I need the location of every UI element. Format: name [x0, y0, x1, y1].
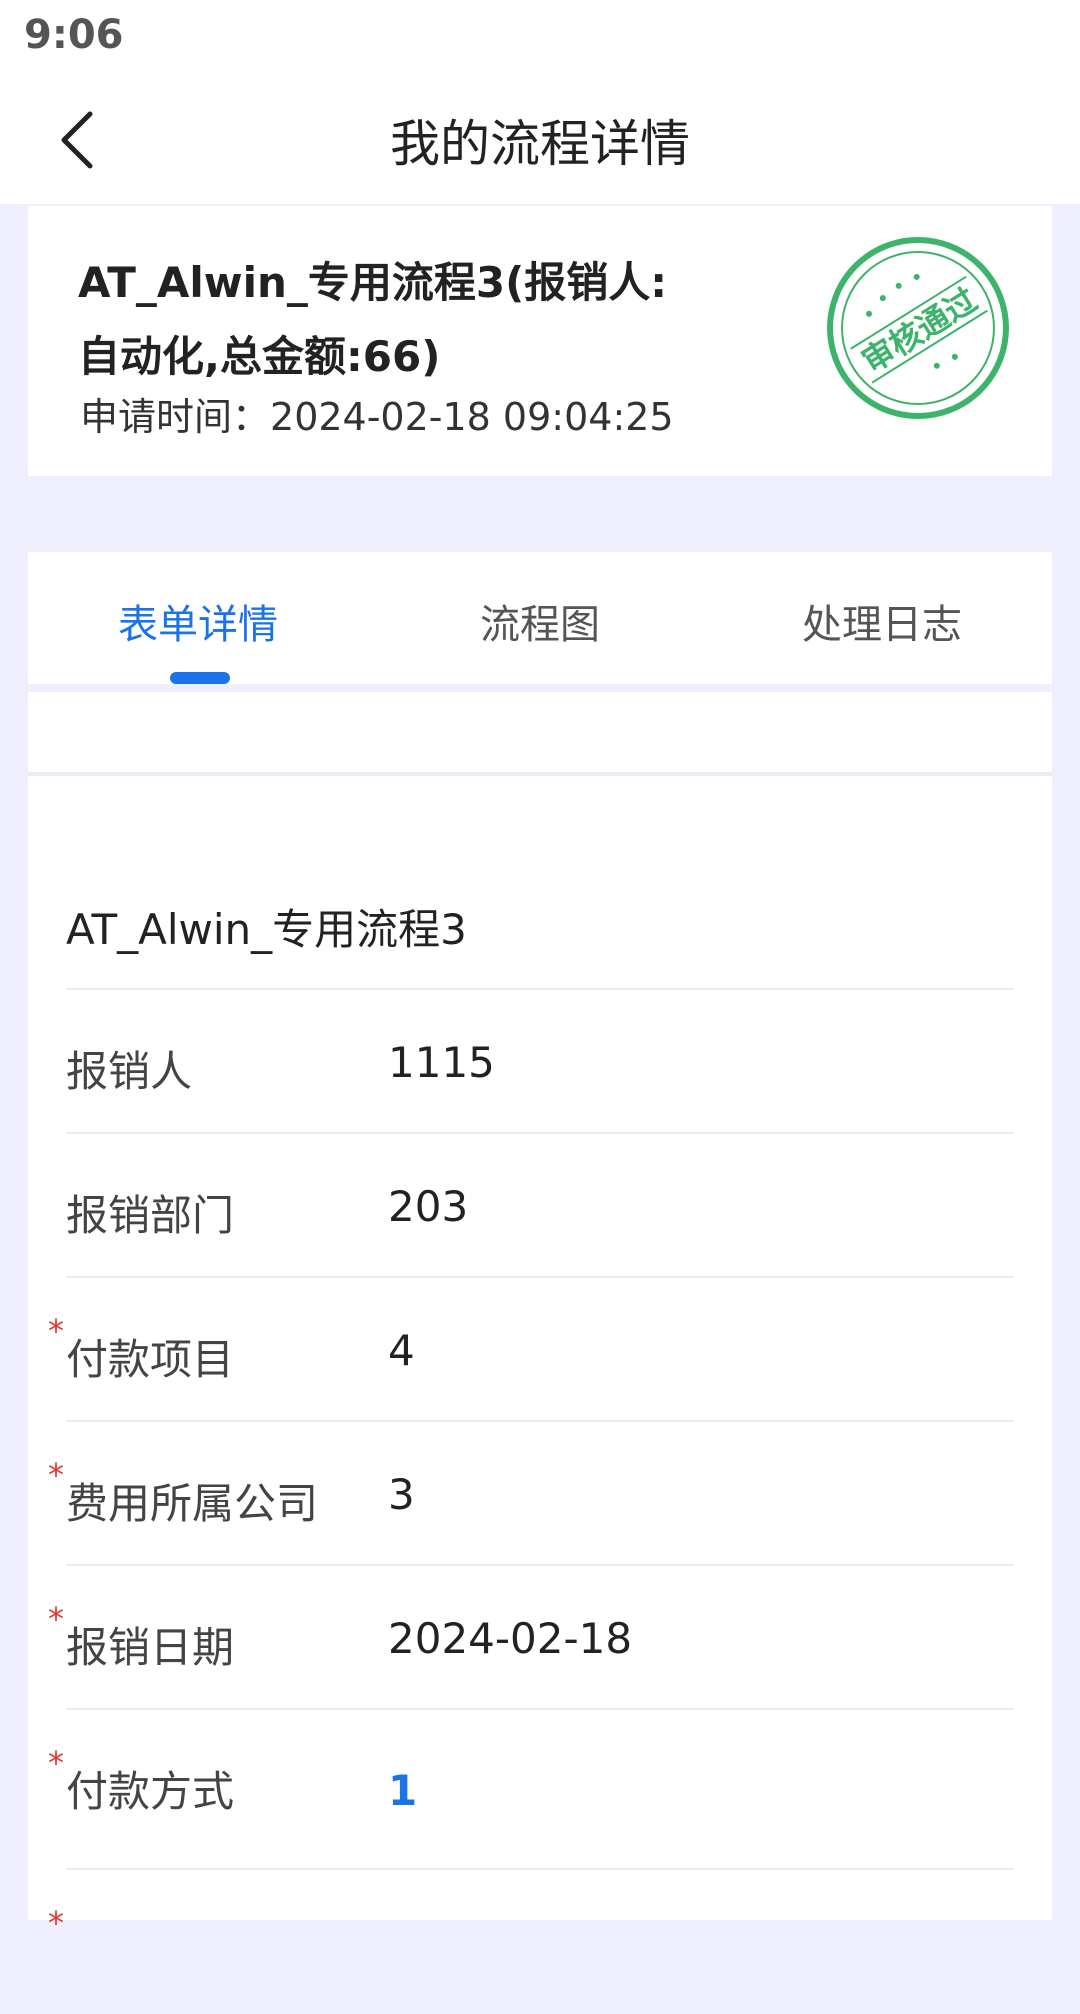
section-spacer	[28, 692, 1052, 775]
required-mark: *	[48, 1456, 64, 1494]
status-bar: 9:06	[0, 0, 1080, 76]
page-title: 我的流程详情	[390, 115, 690, 173]
form-row-label: 费用所属公司	[66, 1479, 319, 1528]
tab-process-log[interactable]: 处理日志	[712, 592, 1052, 650]
request-header-card: AT_Alwin_专用流程3(报销人: 自动化,总金额:66) 申请时间：202…	[28, 206, 1052, 476]
request-time-label: 申请时间：	[80, 395, 271, 439]
request-time-value: 2024-02-18 09:04:25	[270, 395, 674, 439]
approved-stamp: 审核通过	[827, 237, 1009, 419]
nav-bar: 我的流程详情	[0, 76, 1080, 204]
form-row-label: 报销部门	[66, 1191, 235, 1240]
request-time: 申请时间：2024-02-18 09:04:25	[80, 386, 674, 441]
tab-flow-chart[interactable]: 流程图	[370, 592, 710, 650]
request-title: AT_Alwin_专用流程3(报销人: 自动化,总金额:66)	[78, 246, 798, 394]
form-title: AT_Alwin_专用流程3	[66, 905, 467, 954]
form-row-value: 3	[388, 1470, 415, 1519]
required-mark: *	[48, 1600, 64, 1638]
form-row-date: * 报销日期 2024-02-18	[48, 1564, 1014, 1710]
form-row-value: 1115	[388, 1038, 495, 1087]
form-row-value: 203	[388, 1182, 469, 1231]
form-row-label: 付款方式	[66, 1767, 235, 1816]
form-row-payment-item: * 付款项目 4	[48, 1276, 1014, 1422]
form-row-payment-method: * 付款方式 1	[48, 1708, 1014, 1870]
approved-stamp-text: 审核通过	[855, 281, 984, 381]
required-mark: *	[48, 1904, 64, 1942]
form-row-label: 付款项目	[66, 1335, 235, 1384]
form-row-department: 报销部门 203	[66, 1132, 1014, 1278]
form-row-value: 2024-02-18	[388, 1614, 633, 1663]
form-row-label: 报销人	[66, 1047, 193, 1096]
form-row-value: 4	[388, 1326, 415, 1375]
form-card: AT_Alwin_专用流程3 报销人 1115 报销部门 203 * 付款项目 …	[28, 776, 1052, 1942]
active-tab-indicator	[170, 672, 230, 684]
status-time: 9:06	[24, 12, 124, 58]
required-mark: *	[48, 1744, 64, 1782]
required-mark: *	[48, 1312, 64, 1350]
detail-tabs: 表单详情 流程图 处理日志	[28, 552, 1052, 684]
form-row-company: * 费用所属公司 3	[48, 1420, 1014, 1566]
form-row-partial: *	[48, 1868, 1014, 2014]
payment-method-link[interactable]: 1	[388, 1766, 417, 1815]
tab-form-details[interactable]: 表单详情	[28, 592, 368, 650]
request-title-line2: 自动化,总金额:66)	[78, 332, 441, 381]
form-row-label: 报销日期	[66, 1623, 235, 1672]
request-title-line1: AT_Alwin_专用流程3(报销人:	[78, 258, 668, 307]
form-row-applicant: 报销人 1115	[66, 988, 1014, 1134]
